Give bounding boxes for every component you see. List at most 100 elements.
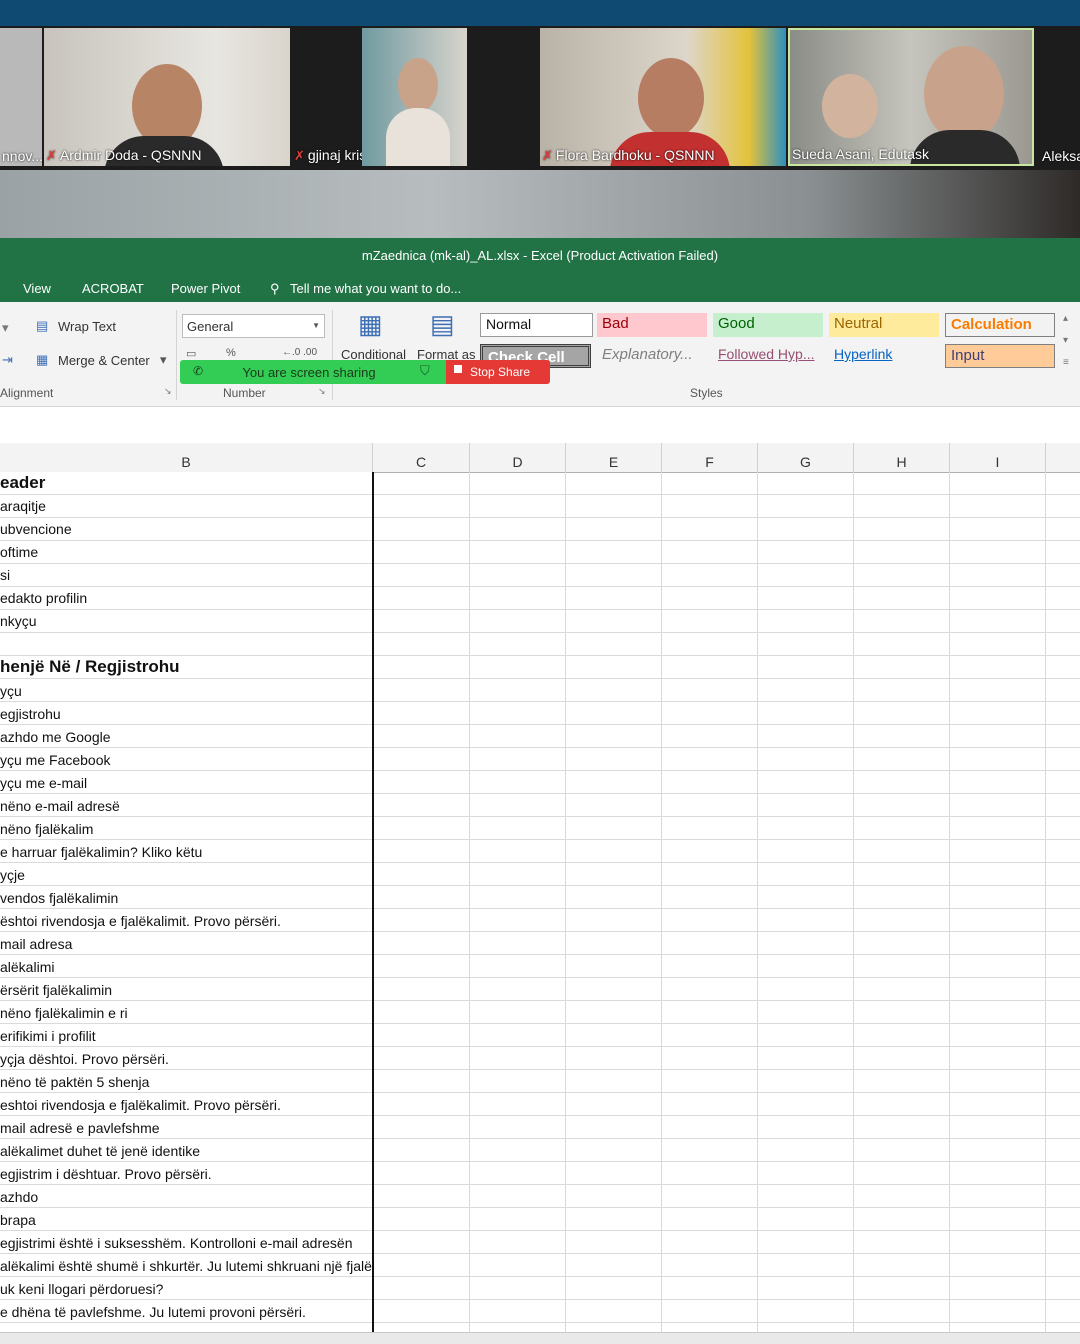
cell-b[interactable]: brapa: [0, 1212, 36, 1228]
format-as-table-icon: ▤: [430, 309, 455, 339]
column-b-cells[interactable]: eader araqitje ubvencione oftime si edakto pr…: [0, 472, 372, 1332]
cell-b[interactable]: henjë Në / Regjistrohu: [0, 657, 179, 677]
indent-icon[interactable]: ⇥: [2, 352, 13, 368]
participant-tile[interactable]: nnov...: [0, 28, 42, 166]
cell-b[interactable]: yçu me Facebook: [0, 752, 111, 768]
cell-b[interactable]: egjistrohu: [0, 706, 61, 722]
participant-tile-active[interactable]: Sueda Asani, Edutask: [788, 28, 1034, 166]
column-header-h[interactable]: H: [854, 443, 950, 472]
cell-b[interactable]: alëkalimi është shumë i shkurtër. Ju lut…: [0, 1258, 372, 1274]
wrap-text-icon: ▤: [36, 318, 49, 333]
column-header-e[interactable]: E: [566, 443, 662, 472]
gallery-scroll-up-icon[interactable]: ▴: [1063, 313, 1068, 324]
cell-b[interactable]: uk keni llogari përdoruesi?: [0, 1281, 163, 1297]
ribbon-dropdown-icon[interactable]: ▾: [2, 320, 9, 336]
gallery-more-icon[interactable]: ≡: [1063, 357, 1069, 368]
column-header-i[interactable]: I: [950, 443, 1046, 472]
dialog-launcher-icon[interactable]: ↘: [318, 386, 326, 397]
currency-icon[interactable]: ▭: [186, 347, 196, 360]
tell-me-icon: ⚲: [270, 281, 280, 296]
zoom-participant-strip: nnov... ✗ Ardmir Doda - QSNNN ✗ gjinaj kri…: [0, 26, 1080, 170]
chevron-down-icon: ▼: [312, 321, 320, 330]
participant-name: Flora Bardhoku - QSNNN: [555, 147, 715, 163]
merge-center-button[interactable]: Merge & Center: [58, 353, 150, 368]
column-header-b[interactable]: B: [0, 443, 373, 472]
cell-b[interactable]: e harruar fjalëkalimin? Kliko këtu: [0, 844, 202, 860]
cell-b[interactable]: vendos fjalëkalimin: [0, 890, 118, 906]
participant-tile[interactable]: ✗ Flora Bardhoku - QSNNN: [540, 28, 786, 166]
decimal-icon[interactable]: ←.0 .00: [282, 347, 317, 358]
number-format-value: General: [187, 319, 234, 334]
style-followed-hyperlink[interactable]: Followed Hyp...: [713, 344, 823, 368]
dialog-launcher-icon[interactable]: ↘: [164, 386, 172, 397]
cell-b[interactable]: nëno të paktën 5 shenja: [0, 1074, 149, 1090]
cell-b[interactable]: eshtoi rivendosja e fjalëkalimit. Provo …: [0, 1097, 281, 1113]
window-title: mZaednica (mk-al)_AL.xlsx - Excel (Produ…: [361, 248, 719, 263]
cell-b[interactable]: azhdo: [0, 1189, 38, 1205]
cell-b[interactable]: e dhëna të pavlefshme. Ju lutemi provoni…: [0, 1304, 306, 1320]
muted-mic-icon: ✗: [46, 148, 57, 163]
cell-b[interactable]: yçu: [0, 683, 22, 699]
cell-b[interactable]: yçu me e-mail: [0, 775, 87, 791]
cell-b[interactable]: erifikimi i profilit: [0, 1028, 96, 1044]
style-neutral[interactable]: Neutral: [829, 313, 939, 337]
cell-b[interactable]: araqitje: [0, 498, 46, 514]
column-header-g[interactable]: G: [758, 443, 854, 472]
merge-center-icon: ▦: [36, 352, 49, 367]
column-header-d[interactable]: D: [470, 443, 566, 472]
cell-b[interactable]: edakto profilin: [0, 590, 87, 606]
style-calculation[interactable]: Calculation: [945, 313, 1055, 337]
column-header-f[interactable]: F: [662, 443, 758, 472]
conditional-formatting-icon: ▦: [358, 309, 383, 339]
tell-me-search[interactable]: Tell me what you want to do...: [290, 281, 461, 296]
participant-name: Sueda Asani, Edutask: [792, 146, 929, 162]
cell-b[interactable]: yçje: [0, 867, 25, 883]
column-header-c[interactable]: C: [373, 443, 470, 472]
number-format-select[interactable]: General ▼: [182, 314, 325, 338]
style-input[interactable]: Input: [945, 344, 1055, 368]
cell-b[interactable]: alëkalimet duhet të jenë identike: [0, 1143, 200, 1159]
participant-tile[interactable]: ✗gjinaj kristina: [292, 28, 362, 166]
cell-b[interactable]: nëno e-mail adresë: [0, 798, 120, 814]
style-hyperlink[interactable]: Hyperlink: [829, 344, 939, 368]
video-body: [386, 108, 450, 166]
cell-b[interactable]: mail adresa: [0, 936, 72, 952]
cell-b[interactable]: ërsërit fjalëkalimin: [0, 982, 112, 998]
cell-b[interactable]: nkyçu: [0, 613, 37, 629]
participant-name: gjinaj kristina: [307, 147, 362, 163]
cell-b[interactable]: egjistrim i dështuar. Provo përsëri.: [0, 1166, 212, 1182]
cell-b[interactable]: nëno fjalëkalimin e ri: [0, 1005, 128, 1021]
video-face: [924, 46, 1004, 142]
cell-b[interactable]: nëno fjalëkalim: [0, 821, 93, 837]
cell-b[interactable]: yçja dështoi. Provo përsëri.: [0, 1051, 169, 1067]
style-bad[interactable]: Bad: [597, 313, 707, 337]
formula-bar-area[interactable]: [0, 407, 1080, 444]
ribbon-separator: [176, 310, 177, 400]
cell-b[interactable]: alëkalimi: [0, 959, 54, 975]
cell-b[interactable]: eader: [0, 473, 45, 493]
style-good[interactable]: Good: [713, 313, 823, 337]
tab-acrobat[interactable]: ACROBAT: [82, 281, 144, 296]
participant-name: Ardmir Doda - QSNNN: [59, 147, 202, 163]
zoom-top-bar: [0, 0, 1080, 26]
wrap-text-button[interactable]: Wrap Text: [58, 319, 116, 334]
cell-b[interactable]: egjistrimi është i suksesshëm. Kontrollo…: [0, 1235, 352, 1251]
tab-power-pivot[interactable]: Power Pivot: [171, 281, 240, 296]
cell-b[interactable]: si: [0, 567, 10, 583]
style-explanatory[interactable]: Explanatory...: [597, 344, 707, 368]
percent-icon[interactable]: %: [226, 347, 236, 359]
number-group-label: Number: [223, 386, 266, 400]
style-normal[interactable]: Normal: [480, 313, 593, 337]
merge-dropdown-icon[interactable]: ▾: [160, 352, 167, 368]
ribbon-tabs-bar: [0, 276, 1080, 302]
gallery-scroll-down-icon[interactable]: ▾: [1063, 335, 1068, 346]
participant-tile[interactable]: ✗ Ardmir Doda - QSNNN: [44, 28, 290, 166]
cell-b[interactable]: mail adresë e pavlefshme: [0, 1120, 160, 1136]
cell-b[interactable]: ubvencione: [0, 521, 72, 537]
sheet-tabs-bar[interactable]: [0, 1332, 1080, 1344]
cell-b[interactable]: azhdo me Google: [0, 729, 111, 745]
cell-b[interactable]: oftime: [0, 544, 38, 560]
participant-tile[interactable]: Aleksa: [1036, 28, 1080, 166]
cell-b[interactable]: ështoi rivendosja e fjalëkalimit. Provo …: [0, 913, 281, 929]
tab-view[interactable]: View: [23, 281, 51, 296]
